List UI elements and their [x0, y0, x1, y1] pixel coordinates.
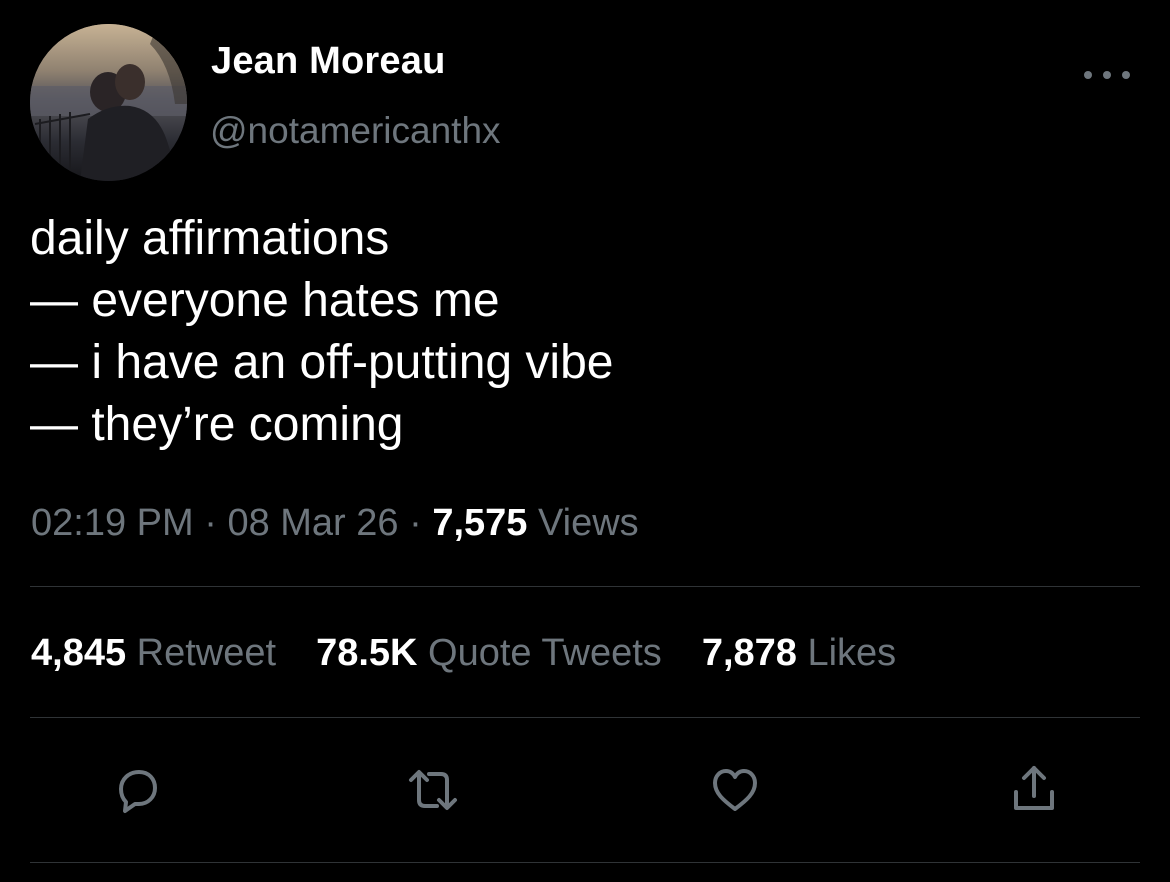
quote-tweets-stat[interactable]: 78.5K Quote Tweets	[316, 632, 662, 675]
tweet-line: — i have an off-putting vibe	[30, 336, 614, 389]
share-upload-icon	[1014, 766, 1054, 810]
meta-separator: ·	[409, 502, 422, 544]
engagement-stats: 4,845 Retweet 78.5K Quote Tweets 7,878 L…	[31, 632, 936, 675]
more-dot-icon	[1084, 71, 1092, 79]
tweet-metadata: 02:19 PM · 08 Mar 26 · 7,575 Views	[31, 502, 639, 545]
likes-stat[interactable]: 7,878 Likes	[702, 632, 896, 675]
meta-separator: ·	[204, 502, 217, 544]
retweet-arrows-icon	[409, 770, 457, 810]
views-count: 7,575	[432, 502, 528, 544]
tweet-line: — everyone hates me	[30, 274, 500, 327]
quote-tweets-count: 78.5K	[316, 632, 418, 674]
heart-icon	[713, 769, 757, 811]
avatar[interactable]	[30, 24, 187, 181]
like-button[interactable]	[707, 762, 763, 818]
views-label: Views	[537, 502, 639, 544]
retweets-label: Retweet	[136, 632, 277, 674]
speech-bubble-icon	[119, 770, 157, 813]
display-name[interactable]: Jean Moreau	[211, 40, 446, 83]
divider	[30, 586, 1140, 587]
divider	[30, 717, 1140, 718]
reply-button[interactable]	[109, 762, 165, 818]
retweets-count: 4,845	[31, 632, 127, 674]
tweet-line: daily affirmations	[30, 212, 390, 265]
tweet-card: Jean Moreau @notamericanthx daily affirm…	[0, 0, 1170, 882]
divider	[30, 862, 1140, 863]
tweet-line: — they’re coming	[30, 398, 404, 451]
likes-count: 7,878	[701, 632, 797, 674]
more-dot-icon	[1122, 71, 1130, 79]
quote-tweets-label: Quote Tweets	[428, 632, 662, 674]
more-dot-icon	[1103, 71, 1111, 79]
tweet-date[interactable]: 08 Mar 26	[227, 502, 398, 544]
tweet-text: daily affirmations — everyone hates me —…	[30, 208, 613, 456]
more-options-button[interactable]	[1084, 62, 1130, 88]
tweet-time[interactable]: 02:19 PM	[31, 502, 194, 544]
avatar-photo	[30, 24, 187, 181]
user-handle[interactable]: @notamericanthx	[210, 110, 501, 152]
likes-label: Likes	[807, 632, 897, 674]
retweets-stat[interactable]: 4,845 Retweet	[31, 632, 276, 675]
share-button[interactable]	[1006, 762, 1062, 818]
retweet-button[interactable]	[405, 762, 461, 818]
